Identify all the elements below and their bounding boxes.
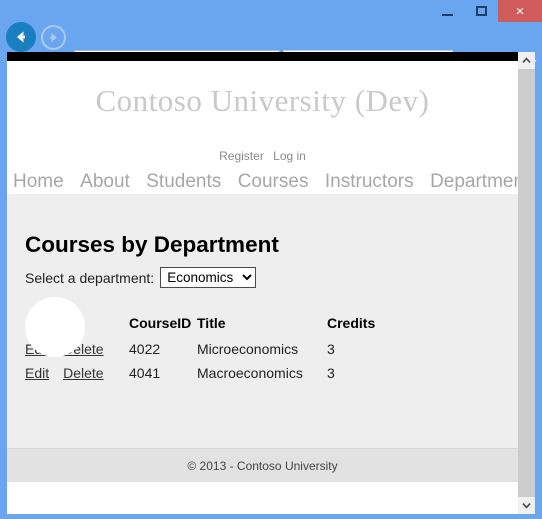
close-button[interactable]: ×	[498, 0, 542, 22]
column-credits: Credits	[327, 315, 376, 331]
forward-arrow-icon	[50, 32, 57, 43]
cell-title: Macroeconomics	[197, 365, 303, 381]
title-bar: ×	[0, 0, 542, 22]
column-title: Title	[197, 315, 226, 331]
maximize-icon	[475, 6, 487, 16]
nav-item-courses[interactable]: Courses	[238, 171, 309, 192]
copyright-text: © 2013 - Contoso University	[187, 458, 338, 473]
cell-credits: 3	[327, 341, 335, 357]
scroll-up-button[interactable]	[518, 52, 535, 69]
department-select[interactable]: Economics	[160, 267, 257, 288]
main-navigation: Home About Students Courses Instructors …	[7, 171, 535, 193]
minimize-button[interactable]	[430, 0, 464, 22]
page-footer: © 2013 - Contoso University	[7, 448, 518, 482]
browser-window: × Contoso University (Dev) Register Log …	[0, 0, 542, 519]
nav-item-about[interactable]: About	[80, 171, 130, 192]
page-title: Courses by Department	[25, 232, 279, 257]
table-row: Edit Delete 4041 Macroeconomics 3	[25, 361, 387, 385]
navigation-row: http://localhost:214	[0, 22, 542, 74]
department-selector-row: Select a department: Economics	[25, 267, 257, 288]
close-icon: ×	[515, 2, 525, 20]
login-link[interactable]: Log in	[273, 149, 306, 163]
column-course-id: CourseID	[129, 315, 192, 331]
minimize-icon	[441, 13, 453, 16]
web-page: Contoso University (Dev) Register Log in…	[7, 61, 535, 514]
edit-link[interactable]: Edit	[25, 365, 49, 381]
browser-chrome: ×	[0, 0, 542, 74]
back-arrow-icon	[17, 31, 25, 43]
window-controls: ×	[430, 0, 542, 22]
window-bottom-border	[0, 514, 542, 519]
chevron-up-icon	[522, 57, 531, 63]
vertical-scrollbar[interactable]	[518, 52, 535, 514]
maximize-button[interactable]	[464, 0, 498, 22]
cell-credits: 3	[327, 365, 335, 381]
nav-item-home[interactable]: Home	[13, 171, 64, 192]
cell-course-id: 4022	[129, 341, 161, 357]
auth-links: Register Log in	[7, 149, 518, 163]
site-brand: Contoso University (Dev)	[95, 83, 430, 118]
top-black-bar	[7, 52, 518, 61]
department-select-label: Select a department:	[25, 269, 155, 286]
forward-button[interactable]	[41, 25, 66, 50]
nav-item-instructors[interactable]: Instructors	[325, 171, 414, 192]
cell-course-id: 4041	[129, 365, 161, 381]
nav-item-students[interactable]: Students	[146, 171, 221, 192]
back-button[interactable]	[6, 22, 36, 52]
main-content: Courses by Department Select a departmen…	[7, 194, 518, 482]
row-actions: Edit Delete	[25, 361, 129, 385]
scroll-down-button[interactable]	[518, 497, 535, 514]
cell-title: Microeconomics	[197, 341, 299, 357]
chevron-down-icon	[522, 503, 531, 509]
page-viewport: Contoso University (Dev) Register Log in…	[7, 52, 535, 514]
site-header: Contoso University (Dev) Register Log in…	[7, 61, 535, 194]
delete-link[interactable]: Delete	[63, 365, 103, 381]
register-link[interactable]: Register	[219, 149, 264, 163]
circle-decoration	[25, 297, 85, 357]
